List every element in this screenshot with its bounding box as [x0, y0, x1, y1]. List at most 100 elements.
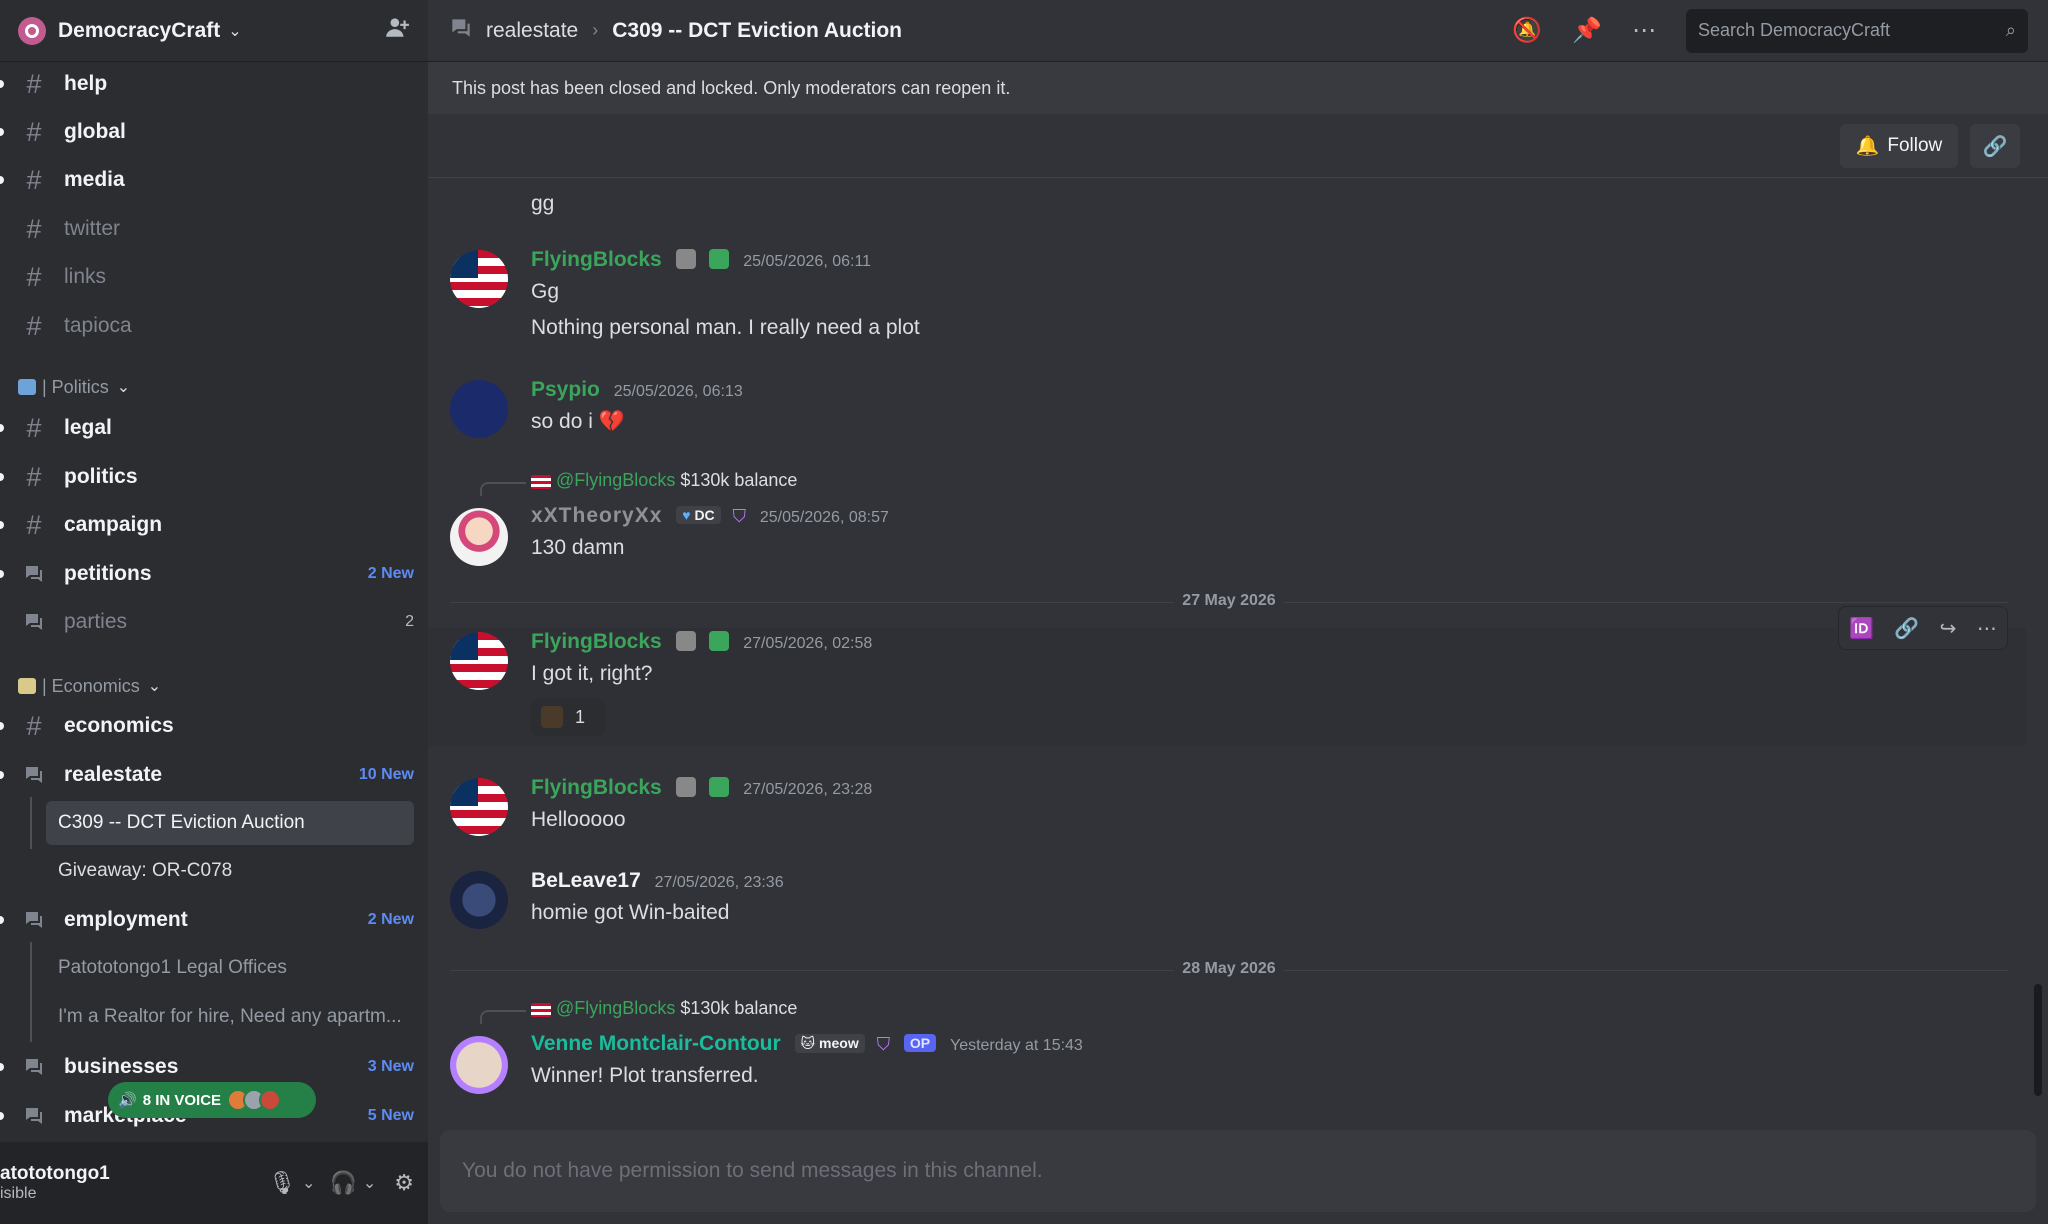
channel-realestate[interactable]: realestate 10 New	[0, 753, 414, 797]
reply-preview[interactable]: @FlyingBlocks $130k balance	[531, 998, 797, 1019]
server-tag: ♥ DC	[676, 506, 721, 524]
channel-politics[interactable]: # politics	[0, 455, 414, 499]
follow-button[interactable]: 🔔 Follow	[1840, 124, 1958, 168]
date-label: 28 May 2026	[1174, 960, 1284, 978]
message: FlyingBlocks 25/05/2026, 06:11 Gg Nothin…	[428, 248, 2028, 358]
thread-legal-offices[interactable]: Patototongo1 Legal Offices	[46, 946, 414, 990]
chevron-down-icon[interactable]: ⌄	[228, 21, 241, 41]
avatar[interactable]	[450, 380, 508, 438]
chevron-down-icon[interactable]: ⌄	[302, 1173, 315, 1193]
user-panel: atototongo1 isible 🎙 ⌄ 🎧 ⌄ ⚙	[0, 1142, 428, 1224]
follow-label: Follow	[1887, 135, 1943, 156]
chevron-down-icon[interactable]: ⌄	[363, 1173, 376, 1193]
server-name: DemocracyCraft	[58, 18, 221, 42]
message-text: Hellooooo	[531, 808, 626, 831]
server-header[interactable]: DemocracyCraft ⌄	[0, 0, 428, 62]
post-actions-bar: 🔔 Follow 🔗	[428, 114, 2048, 178]
new-posts-badge: 2 New	[367, 911, 414, 928]
channel-label: campaign	[64, 513, 163, 536]
op-badge: OP	[903, 1034, 937, 1052]
bell-icon: 🔔	[1855, 136, 1880, 157]
invite-people-icon[interactable]	[384, 14, 410, 47]
author-name[interactable]: FlyingBlocks	[531, 776, 662, 799]
pin-icon[interactable]: 📌	[1572, 16, 1602, 45]
avatar[interactable]	[450, 250, 508, 308]
channel-campaign[interactable]: # campaign	[0, 503, 414, 547]
thread-c309[interactable]: C309 -- DCT Eviction Auction	[46, 801, 414, 845]
author-name[interactable]: xXTheoryXx	[531, 504, 662, 527]
rcc-badge-icon	[675, 777, 696, 797]
channel-help[interactable]: # help	[0, 62, 414, 106]
copy-link-button[interactable]: 🔗	[1970, 124, 2020, 168]
scrollbar[interactable]	[2034, 984, 2042, 1096]
avatar[interactable]	[450, 1036, 508, 1094]
channel-label: businesses	[64, 1055, 179, 1078]
banner-text: This post has been closed and locked. On…	[452, 77, 1011, 98]
message-header: FlyingBlocks 27/05/2026, 02:58	[531, 630, 872, 654]
reply-preview[interactable]: @FlyingBlocks $130k balance	[531, 470, 797, 491]
microphone-icon[interactable]: 🎙	[268, 1170, 296, 1196]
channel-label: employment	[64, 908, 188, 931]
channel-legal[interactable]: # legal	[0, 406, 414, 450]
thread-connector	[30, 797, 32, 849]
channel-label: politics	[64, 465, 138, 488]
role-icon	[709, 249, 730, 269]
reply-author: @FlyingBlocks	[556, 470, 676, 490]
author-name[interactable]: FlyingBlocks	[531, 630, 662, 653]
category-politics[interactable]: | Politics ⌄	[18, 372, 130, 402]
thread-giveaway[interactable]: Giveaway: OR-C078	[46, 849, 414, 893]
channel-label: links	[64, 265, 107, 288]
more-options-icon[interactable]: ⋯	[1632, 16, 1656, 45]
hash-icon: #	[26, 412, 42, 443]
channel-tapioca[interactable]: # tapioca	[0, 304, 414, 348]
channel-label: economics	[64, 714, 174, 737]
chevron-down-icon: ⌄	[147, 678, 162, 695]
channel-economics[interactable]: # economics	[0, 704, 414, 748]
breadcrumb-channel[interactable]: realestate	[486, 19, 578, 43]
category-label: | Politics	[42, 376, 109, 397]
headphones-icon[interactable]: 🎧	[329, 1170, 356, 1196]
author-name[interactable]: BeLeave17	[531, 869, 641, 892]
reaction-chip[interactable]: 1	[531, 698, 605, 736]
category-economics[interactable]: | Economics ⌄	[18, 671, 161, 701]
channel-twitter[interactable]: # twitter	[0, 207, 414, 251]
unread-dot	[0, 916, 4, 924]
server-tag-label: meow	[819, 1035, 859, 1051]
channel-links[interactable]: # links	[0, 255, 414, 299]
channel-label: tapioca	[64, 314, 132, 337]
channel-global[interactable]: # global	[0, 110, 414, 154]
mute-bell-icon[interactable]: 🔕	[1512, 16, 1542, 45]
timestamp: 27/05/2026, 02:58	[743, 635, 873, 652]
user-info[interactable]: atototongo1 isible	[0, 1163, 110, 1203]
channel-media[interactable]: # media	[0, 158, 414, 202]
page-title: C309 -- DCT Eviction Auction	[612, 18, 902, 42]
channel-parties[interactable]: parties 2	[0, 600, 414, 644]
thread-realtor[interactable]: I'm a Realtor for hire, Need any apartm.…	[46, 995, 414, 1039]
avatar[interactable]	[450, 871, 508, 929]
cat-icon: 🐱	[800, 1035, 816, 1051]
author-name[interactable]: Psypio	[531, 378, 600, 401]
author-name[interactable]: Venne Montclair-Contour	[531, 1032, 781, 1055]
search-input[interactable]: Search DemocracyCraft ⌕	[1686, 8, 2028, 53]
voice-avatars	[227, 1089, 282, 1111]
channel-petitions[interactable]: petitions 2 New	[0, 552, 414, 596]
gear-icon[interactable]: ⚙	[394, 1170, 414, 1196]
speaker-icon: 🔊	[118, 1092, 137, 1109]
forum-icon	[20, 1055, 48, 1079]
avatar[interactable]	[450, 508, 508, 566]
timestamp: 27/05/2026, 23:36	[654, 874, 784, 891]
avatar[interactable]	[450, 778, 508, 836]
avatar[interactable]	[450, 632, 508, 690]
voice-activity-pill[interactable]: 🔊 8 IN VOICE	[108, 1082, 316, 1118]
reaction-count: 1	[575, 706, 586, 727]
channel-employment[interactable]: employment 2 New	[0, 898, 414, 942]
timestamp: 25/05/2026, 06:11	[743, 253, 872, 270]
new-posts-badge: 2 New	[367, 565, 414, 582]
message: FlyingBlocks 27/05/2026, 02:58 I got it,…	[428, 630, 2028, 740]
timestamp: Yesterday at 15:43	[949, 1037, 1083, 1054]
message-text: so do i	[531, 410, 593, 433]
author-name[interactable]: FlyingBlocks	[531, 248, 662, 271]
message: Psypio 25/05/2026, 06:13 so do i 💔	[428, 378, 2028, 448]
server-icon	[18, 16, 46, 45]
reply-connector	[480, 1010, 526, 1024]
